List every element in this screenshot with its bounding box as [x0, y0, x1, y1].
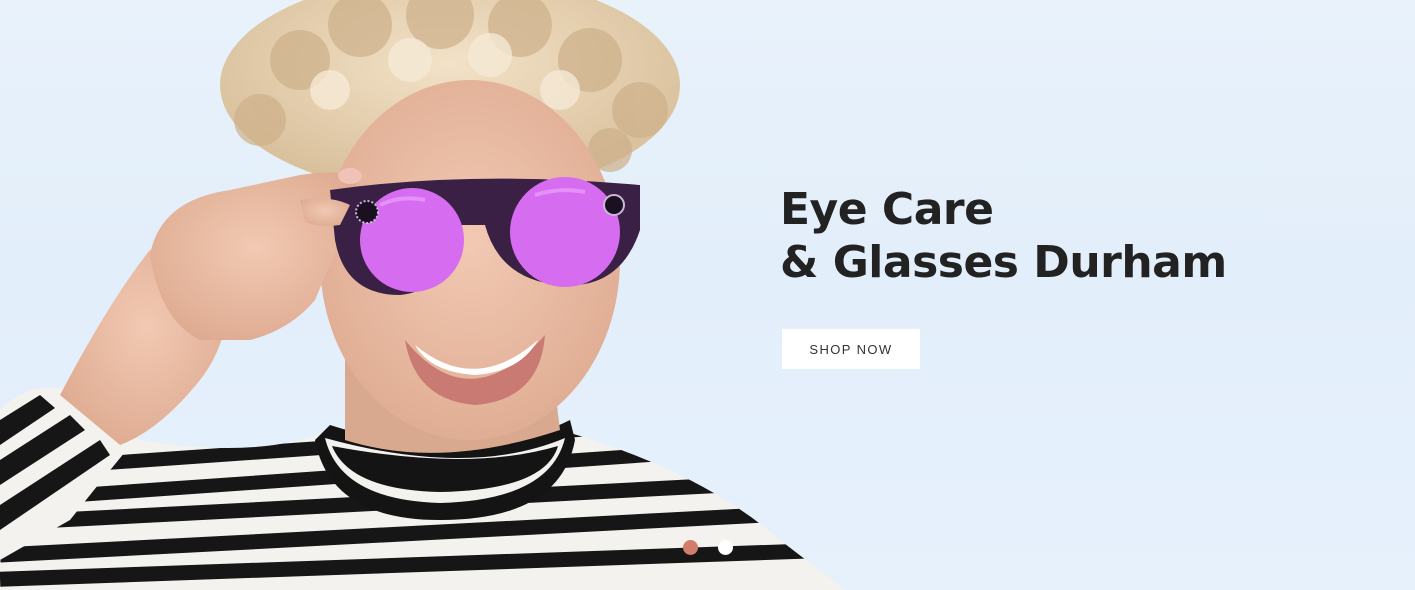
- hero-title-line-1: Eye Care: [780, 184, 994, 235]
- shop-now-button[interactable]: SHOP NOW: [782, 329, 920, 369]
- hero-content: Eye Care & Glasses Durham SHOP NOW: [780, 183, 1227, 369]
- hero-slider: Eye Care & Glasses Durham SHOP NOW: [0, 0, 1415, 590]
- slider-dot-2[interactable]: [718, 540, 733, 555]
- hero-title: Eye Care & Glasses Durham: [780, 183, 1227, 289]
- slider-dot-1[interactable]: [683, 540, 698, 555]
- slider-dots: [683, 540, 733, 555]
- hero-title-line-2: & Glasses Durham: [780, 237, 1227, 288]
- hero-image: [0, 0, 845, 590]
